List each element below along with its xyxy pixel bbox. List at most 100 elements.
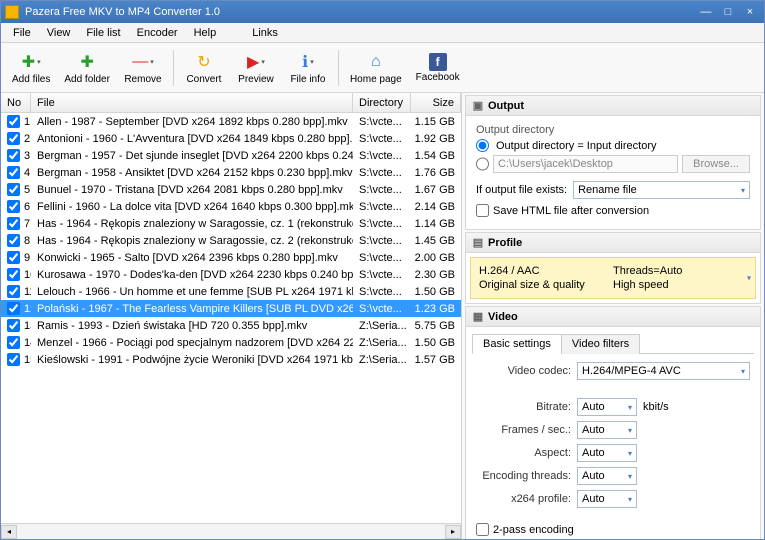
- video-header[interactable]: ▦ Video: [466, 307, 760, 327]
- bitrate-select[interactable]: Auto▾: [577, 398, 637, 416]
- table-row[interactable]: 14Menzel - 1966 - Pociągi pod specjalnym…: [1, 334, 461, 351]
- bitrate-unit: kbit/s: [643, 401, 669, 413]
- video-panel: ▦ Video Basic settings Video filters Vid…: [465, 306, 761, 539]
- table-row[interactable]: 12Polański - 1967 - The Fearless Vampire…: [1, 300, 461, 317]
- size-cell: 2.00 GB: [411, 252, 461, 264]
- row-checkbox[interactable]: [7, 251, 20, 264]
- directory-cell: S:\vcte...: [353, 303, 411, 315]
- table-row[interactable]: 1Allen - 1987 - September [DVD x264 1892…: [1, 113, 461, 130]
- row-checkbox[interactable]: [7, 183, 20, 196]
- folder-icon: ▣: [472, 100, 484, 112]
- horizontal-scrollbar[interactable]: ◂ ▸: [1, 523, 461, 539]
- output-path-input[interactable]: [493, 155, 678, 173]
- file-name-cell: Menzel - 1966 - Pociągi pod specjalnym n…: [31, 337, 353, 349]
- separator: [338, 50, 339, 86]
- output-same-dir-radio[interactable]: [476, 139, 489, 152]
- maximize-button[interactable]: □: [718, 5, 738, 19]
- tab-video-filters[interactable]: Video filters: [561, 334, 640, 354]
- size-cell: 1.76 GB: [411, 167, 461, 179]
- menu-links[interactable]: Links: [244, 25, 286, 41]
- add-files-button[interactable]: ✚▾ Add files: [7, 46, 55, 90]
- twopass-checkbox[interactable]: [476, 523, 489, 536]
- profile-header[interactable]: ▤ Profile: [466, 233, 760, 253]
- directory-cell: S:\vcte...: [353, 167, 411, 179]
- home-icon: ⌂: [365, 51, 387, 73]
- directory-cell: Z:\Seria...: [353, 320, 411, 332]
- output-header[interactable]: ▣ Output: [466, 96, 760, 116]
- table-row[interactable]: 8Has - 1964 - Rękopis znaleziony w Sarag…: [1, 232, 461, 249]
- row-checkbox[interactable]: [7, 166, 20, 179]
- close-button[interactable]: ×: [740, 5, 760, 19]
- directory-cell: S:\vcte...: [353, 184, 411, 196]
- row-checkbox[interactable]: [7, 217, 20, 230]
- size-cell: 1.57 GB: [411, 354, 461, 366]
- row-checkbox[interactable]: [7, 336, 20, 349]
- convert-button[interactable]: ↻ Convert: [180, 46, 228, 90]
- row-checkbox[interactable]: [7, 353, 20, 366]
- row-checkbox[interactable]: [7, 149, 20, 162]
- table-row[interactable]: 6Fellini - 1960 - La dolce vita [DVD x26…: [1, 198, 461, 215]
- preview-button[interactable]: ▶▾ Preview: [232, 46, 280, 90]
- col-size[interactable]: Size: [411, 93, 461, 112]
- menu-view[interactable]: View: [39, 25, 79, 41]
- minimize-button[interactable]: —: [696, 5, 716, 19]
- table-row[interactable]: 15Kieślowski - 1991 - Podwójne życie Wer…: [1, 351, 461, 368]
- table-row[interactable]: 11Lelouch - 1966 - Un homme et une femme…: [1, 283, 461, 300]
- row-checkbox[interactable]: [7, 234, 20, 247]
- profile-select[interactable]: H.264 / AAC Original size & quality Thre…: [470, 257, 756, 299]
- browse-button[interactable]: Browse...: [682, 155, 750, 173]
- remove-button[interactable]: —▾ Remove: [119, 46, 167, 90]
- menu-help[interactable]: Help: [186, 25, 225, 41]
- video-codec-label: Video codec:: [476, 365, 571, 377]
- row-checkbox[interactable]: [7, 268, 20, 281]
- scroll-left-button[interactable]: ◂: [1, 525, 17, 539]
- exists-label: If output file exists:: [476, 184, 567, 196]
- add-folder-button[interactable]: ✚ Add folder: [59, 46, 115, 90]
- file-name-cell: Has - 1964 - Rękopis znaleziony w Sarago…: [31, 235, 353, 247]
- row-checkbox[interactable]: [7, 302, 20, 315]
- save-html-checkbox[interactable]: [476, 204, 489, 217]
- row-checkbox[interactable]: [7, 285, 20, 298]
- table-row[interactable]: 7Has - 1964 - Rękopis znaleziony w Sarag…: [1, 215, 461, 232]
- directory-cell: S:\vcte...: [353, 116, 411, 128]
- table-row[interactable]: 4Bergman - 1958 - Ansiktet [DVD x264 215…: [1, 164, 461, 181]
- col-file[interactable]: File: [31, 93, 353, 112]
- window-title: Pazera Free MKV to MP4 Converter 1.0: [25, 6, 694, 18]
- table-row[interactable]: 10Kurosawa - 1970 - Dodes'ka-den [DVD x2…: [1, 266, 461, 283]
- size-cell: 1.14 GB: [411, 218, 461, 230]
- directory-cell: S:\vcte...: [353, 269, 411, 281]
- scroll-track[interactable]: [17, 525, 445, 539]
- row-checkbox[interactable]: [7, 132, 20, 145]
- table-row[interactable]: 13Ramis - 1993 - Dzień świstaka [HD 720 …: [1, 317, 461, 334]
- file-info-button[interactable]: ℹ▾ File info: [284, 46, 332, 90]
- tab-basic-settings[interactable]: Basic settings: [472, 334, 562, 354]
- table-row[interactable]: 9Konwicki - 1965 - Salto [DVD x264 2396 …: [1, 249, 461, 266]
- grid-body[interactable]: 1Allen - 1987 - September [DVD x264 1892…: [1, 113, 461, 523]
- col-no[interactable]: No: [1, 93, 31, 112]
- facebook-button[interactable]: f Facebook: [411, 46, 465, 90]
- directory-cell: S:\vcte...: [353, 218, 411, 230]
- x264-select[interactable]: Auto▾: [577, 490, 637, 508]
- table-row[interactable]: 2Antonioni - 1960 - L'Avventura [DVD x26…: [1, 130, 461, 147]
- row-checkbox[interactable]: [7, 115, 20, 128]
- menu-filelist[interactable]: File list: [78, 25, 128, 41]
- video-codec-select[interactable]: H.264/MPEG-4 AVC▾: [577, 362, 750, 380]
- output-custom-dir-radio[interactable]: [476, 155, 489, 173]
- file-name-cell: Antonioni - 1960 - L'Avventura [DVD x264…: [31, 133, 353, 145]
- menu-encoder[interactable]: Encoder: [129, 25, 186, 41]
- threads-select[interactable]: Auto▾: [577, 467, 637, 485]
- aspect-select[interactable]: Auto▾: [577, 444, 637, 462]
- col-directory[interactable]: Directory: [353, 93, 411, 112]
- menu-file[interactable]: File: [5, 25, 39, 41]
- table-row[interactable]: 5Bunuel - 1970 - Tristana [DVD x264 2081…: [1, 181, 461, 198]
- fps-select[interactable]: Auto▾: [577, 421, 637, 439]
- exists-select[interactable]: Rename file▾: [573, 181, 750, 199]
- scroll-right-button[interactable]: ▸: [445, 525, 461, 539]
- separator: [173, 50, 174, 86]
- row-checkbox[interactable]: [7, 200, 20, 213]
- minus-icon: —▾: [132, 51, 154, 73]
- row-checkbox[interactable]: [7, 319, 20, 332]
- table-row[interactable]: 3Bergman - 1957 - Det sjunde inseglet [D…: [1, 147, 461, 164]
- home-page-button[interactable]: ⌂ Home page: [345, 46, 407, 90]
- plus-icon: ✚▾: [20, 51, 42, 73]
